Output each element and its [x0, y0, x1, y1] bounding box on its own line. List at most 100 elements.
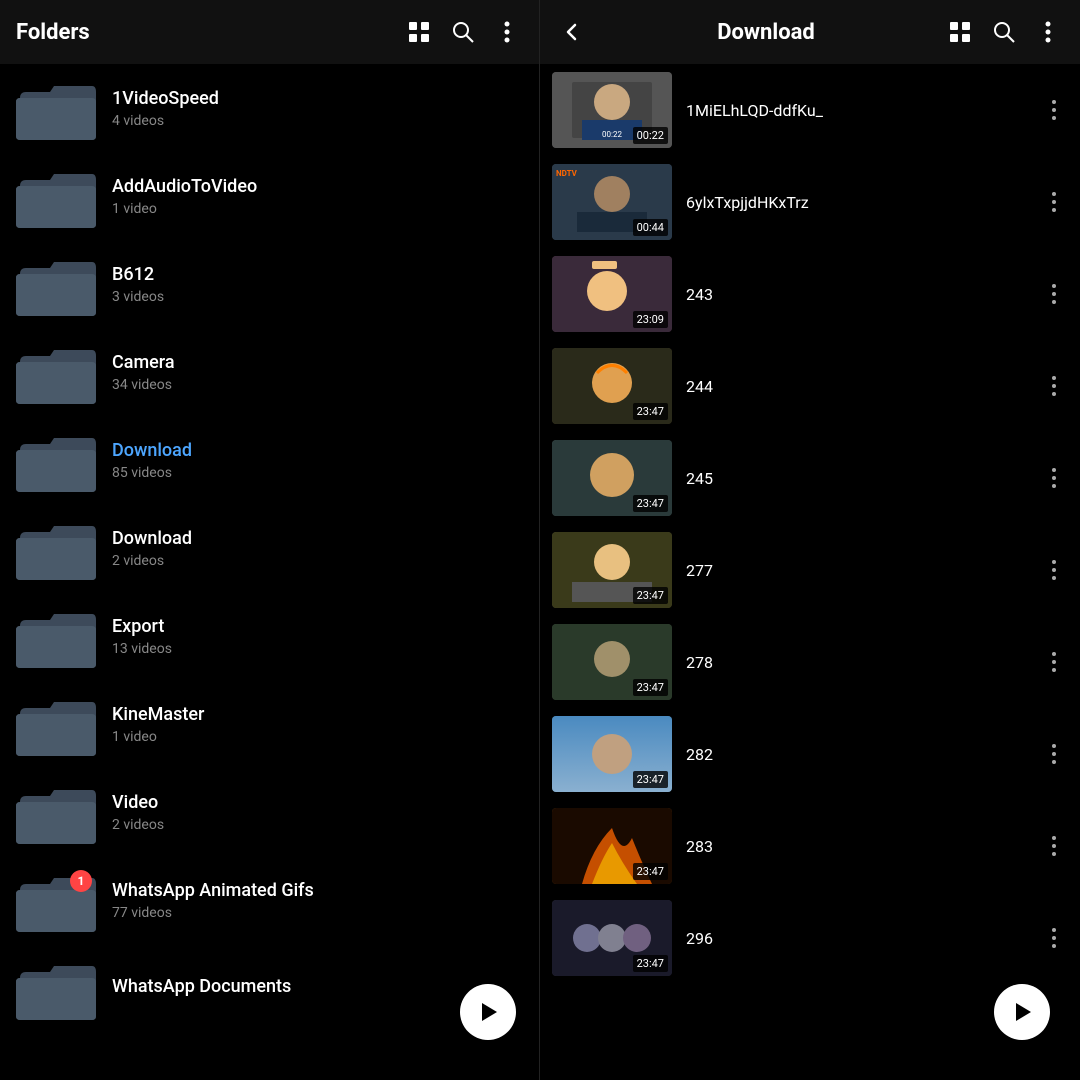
video-item-v4[interactable]: 23:47 244: [540, 340, 1080, 432]
folder-item-1videospeed[interactable]: 1VideoSpeed 4 videos: [0, 64, 539, 152]
video-more-v2[interactable]: [1040, 188, 1068, 216]
video-duration-v4: 23:47: [633, 403, 668, 420]
video-thumb-v10: 23:47: [552, 900, 672, 976]
folder-icon-whatsapp-gifs: 1: [16, 866, 96, 934]
folder-count-video: 2 videos: [112, 817, 164, 833]
folder-name-addaudiotovideo: AddAudioToVideo: [112, 176, 257, 197]
folder-item-b612[interactable]: B612 3 videos: [0, 240, 539, 328]
video-more-v10[interactable]: [1040, 924, 1068, 952]
folder-icon-video: [16, 778, 96, 846]
folder-list: 1VideoSpeed 4 videos AddAudioToVideo 1 v…: [0, 64, 539, 1080]
download-search-icon[interactable]: [988, 16, 1020, 48]
video-more-v5[interactable]: [1040, 464, 1068, 492]
folder-name-camera: Camera: [112, 352, 175, 373]
folder-count-camera: 34 videos: [112, 377, 175, 393]
video-thumb-v9: 23:47: [552, 808, 672, 884]
download-grid-icon[interactable]: [944, 16, 976, 48]
play-fab-right[interactable]: [994, 984, 1050, 1040]
folder-item-video[interactable]: Video 2 videos: [0, 768, 539, 856]
folder-name-download2: Download: [112, 528, 192, 549]
video-thumb-v1: 00:22 00:22: [552, 72, 672, 148]
video-item-v9[interactable]: 23:47 283: [540, 800, 1080, 892]
video-name-v2: 6ylxTxpjjdHKxTrz: [686, 193, 1040, 212]
video-more-v4[interactable]: [1040, 372, 1068, 400]
video-duration-v3: 23:09: [633, 311, 668, 328]
folder-name-kinemaster: KineMaster: [112, 704, 204, 725]
video-item-v3[interactable]: 23:09 243: [540, 248, 1080, 340]
video-duration-v8: 23:47: [633, 771, 668, 788]
play-fab-left[interactable]: [460, 984, 516, 1040]
folder-name-video: Video: [112, 792, 164, 813]
folder-item-addaudiotovideo[interactable]: AddAudioToVideo 1 video: [0, 152, 539, 240]
video-item-v8[interactable]: 23:47 282: [540, 708, 1080, 800]
video-item-v5[interactable]: 23:47 245: [540, 432, 1080, 524]
video-item-v1[interactable]: 00:22 00:22 1MiELhLQD-ddfKu_: [540, 64, 1080, 156]
video-name-v6: 277: [686, 561, 1040, 580]
video-more-v1[interactable]: [1040, 96, 1068, 124]
video-name-v7: 278: [686, 653, 1040, 672]
folders-search-icon[interactable]: [447, 16, 479, 48]
folder-item-download2[interactable]: Download 2 videos: [0, 504, 539, 592]
folder-icon-export: [16, 602, 96, 670]
video-info-v5: 245: [686, 469, 1040, 488]
download-more-icon[interactable]: [1032, 16, 1064, 48]
video-duration-v1: 00:22: [633, 127, 668, 144]
video-thumb-v8: 23:47: [552, 716, 672, 792]
video-info-v3: 243: [686, 285, 1040, 304]
video-more-v6[interactable]: [1040, 556, 1068, 584]
video-more-v3[interactable]: [1040, 280, 1068, 308]
video-thumb-v7: 23:47: [552, 624, 672, 700]
video-duration-v10: 23:47: [633, 955, 668, 972]
video-item-v2[interactable]: NDTV 00:44 6ylxTxpjjdHKxTrz: [540, 156, 1080, 248]
folder-icon-kinemaster: [16, 690, 96, 758]
video-duration-v9: 23:47: [633, 863, 668, 880]
folder-icon-1videospeed: [16, 74, 96, 142]
folder-info-kinemaster: KineMaster 1 video: [112, 704, 204, 745]
folders-more-icon[interactable]: [491, 16, 523, 48]
video-name-v1: 1MiELhLQD-ddfKu_: [686, 101, 1040, 120]
folder-item-download1[interactable]: Download 85 videos: [0, 416, 539, 504]
video-info-v8: 282: [686, 745, 1040, 764]
folders-grid-icon[interactable]: [403, 16, 435, 48]
folders-title: Folders: [16, 20, 391, 45]
back-icon[interactable]: [556, 16, 588, 48]
folder-item-camera[interactable]: Camera 34 videos: [0, 328, 539, 416]
folder-icon-addaudiotovideo: [16, 162, 96, 230]
folder-info-export: Export 13 videos: [112, 616, 172, 657]
folder-name-download1: Download: [112, 440, 192, 461]
video-thumb-v5: 23:47: [552, 440, 672, 516]
video-info-v9: 283: [686, 837, 1040, 856]
folder-count-export: 13 videos: [112, 641, 172, 657]
left-panel: Folders: [0, 0, 540, 1080]
folder-name-b612: B612: [112, 264, 164, 285]
folder-item-whatsapp-docs[interactable]: WhatsApp Documents: [0, 944, 539, 1032]
app-container: Folders: [0, 0, 1080, 1080]
folder-item-kinemaster[interactable]: KineMaster 1 video: [0, 680, 539, 768]
video-duration-v7: 23:47: [633, 679, 668, 696]
folder-icon-camera: [16, 338, 96, 406]
folder-badge-whatsapp-gifs: 1: [70, 870, 92, 892]
folder-name-whatsapp-docs: WhatsApp Documents: [112, 976, 291, 997]
video-more-v7[interactable]: [1040, 648, 1068, 676]
video-item-v7[interactable]: 23:47 278: [540, 616, 1080, 708]
video-info-v6: 277: [686, 561, 1040, 580]
download-title: Download: [600, 20, 932, 45]
folder-count-download1: 85 videos: [112, 465, 192, 481]
video-name-v3: 243: [686, 285, 1040, 304]
video-thumb-v4: 23:47: [552, 348, 672, 424]
folder-info-whatsapp-gifs: WhatsApp Animated Gifs 77 videos: [112, 880, 314, 921]
folder-name-1videospeed: 1VideoSpeed: [112, 88, 219, 109]
folder-count-kinemaster: 1 video: [112, 729, 204, 745]
video-info-v1: 1MiELhLQD-ddfKu_: [686, 101, 1040, 120]
folder-icon-b612: [16, 250, 96, 318]
video-item-v6[interactable]: 23:47 277: [540, 524, 1080, 616]
folder-item-export[interactable]: Export 13 videos: [0, 592, 539, 680]
video-info-v10: 296: [686, 929, 1040, 948]
video-info-v2: 6ylxTxpjjdHKxTrz: [686, 193, 1040, 212]
video-item-v10[interactable]: 23:47 296: [540, 892, 1080, 984]
folder-item-whatsapp-gifs[interactable]: 1 WhatsApp Animated Gifs 77 videos: [0, 856, 539, 944]
video-more-v9[interactable]: [1040, 832, 1068, 860]
video-more-v8[interactable]: [1040, 740, 1068, 768]
video-duration-v5: 23:47: [633, 495, 668, 512]
right-panel: Download: [540, 0, 1080, 1080]
